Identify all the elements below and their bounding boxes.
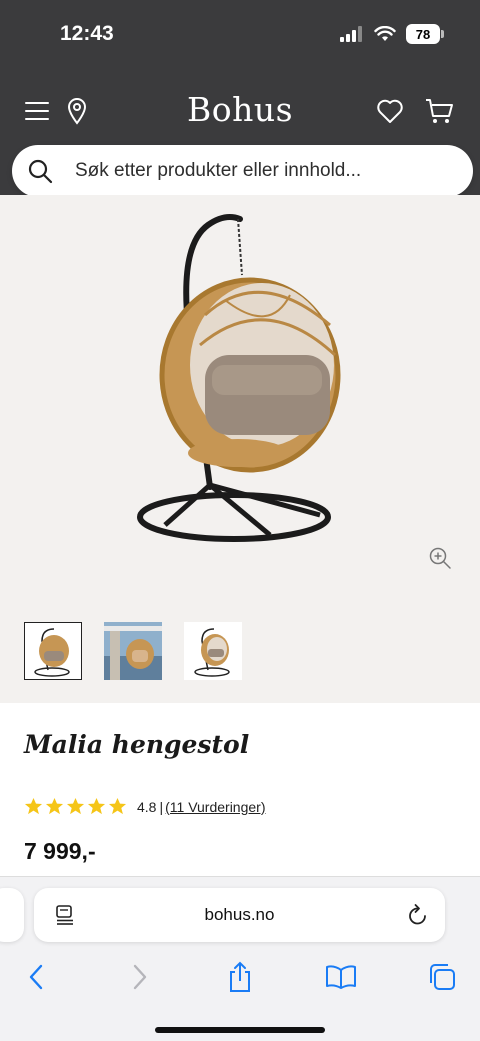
- wifi-icon: [374, 26, 396, 41]
- rating-value: 4.8: [137, 798, 157, 815]
- rating-separator: |: [159, 798, 164, 815]
- cart-icon[interactable]: [424, 96, 454, 126]
- product-gallery: [0, 195, 480, 703]
- search-icon: [28, 159, 53, 184]
- status-indicators: 78: [340, 24, 444, 44]
- search-bar[interactable]: [12, 145, 473, 197]
- star-icon: [87, 797, 106, 815]
- search-input[interactable]: [75, 160, 435, 182]
- thumbnail-strip: [24, 622, 242, 680]
- rating-stars: [24, 797, 127, 816]
- status-bar: 12:43 78: [0, 0, 480, 72]
- product-rating: 4.8 | (11 Vurderinger): [24, 797, 266, 816]
- product-price: 7 999,-: [24, 838, 96, 864]
- product-image[interactable]: [130, 205, 345, 550]
- previous-tab[interactable]: [0, 888, 24, 942]
- reviews-link[interactable]: (11 Vurderinger): [165, 799, 265, 815]
- chair-detail-thumbnail[interactable]: [184, 622, 242, 680]
- bookmarks-icon[interactable]: [323, 959, 359, 995]
- star-icon: [108, 797, 127, 815]
- reload-icon[interactable]: [407, 903, 429, 927]
- home-indicator: [155, 1027, 325, 1033]
- chair-front-thumbnail[interactable]: [24, 622, 82, 680]
- chair-lifestyle-thumbnail[interactable]: [104, 622, 162, 680]
- product-title: Malia hengestol: [24, 730, 250, 759]
- browser-bar: bohus.no: [0, 876, 480, 1041]
- back-icon[interactable]: [18, 959, 54, 995]
- page-settings-icon[interactable]: [54, 904, 76, 926]
- share-icon[interactable]: [222, 959, 258, 995]
- zoom-icon[interactable]: [428, 546, 452, 570]
- battery-indicator: 78: [406, 24, 444, 44]
- brand-logo[interactable]: Bohus: [0, 90, 480, 129]
- heart-icon[interactable]: [375, 96, 405, 126]
- url-text: bohus.no: [204, 905, 275, 924]
- forward-icon[interactable]: [122, 959, 158, 995]
- status-time: 12:43: [60, 22, 114, 45]
- signal-icon: [340, 26, 362, 42]
- browser-toolbar: [0, 959, 480, 1003]
- tabs-icon[interactable]: [424, 959, 460, 995]
- address-bar[interactable]: bohus.no: [34, 888, 445, 942]
- star-icon: [45, 797, 64, 815]
- star-icon: [24, 797, 43, 815]
- star-icon: [66, 797, 85, 815]
